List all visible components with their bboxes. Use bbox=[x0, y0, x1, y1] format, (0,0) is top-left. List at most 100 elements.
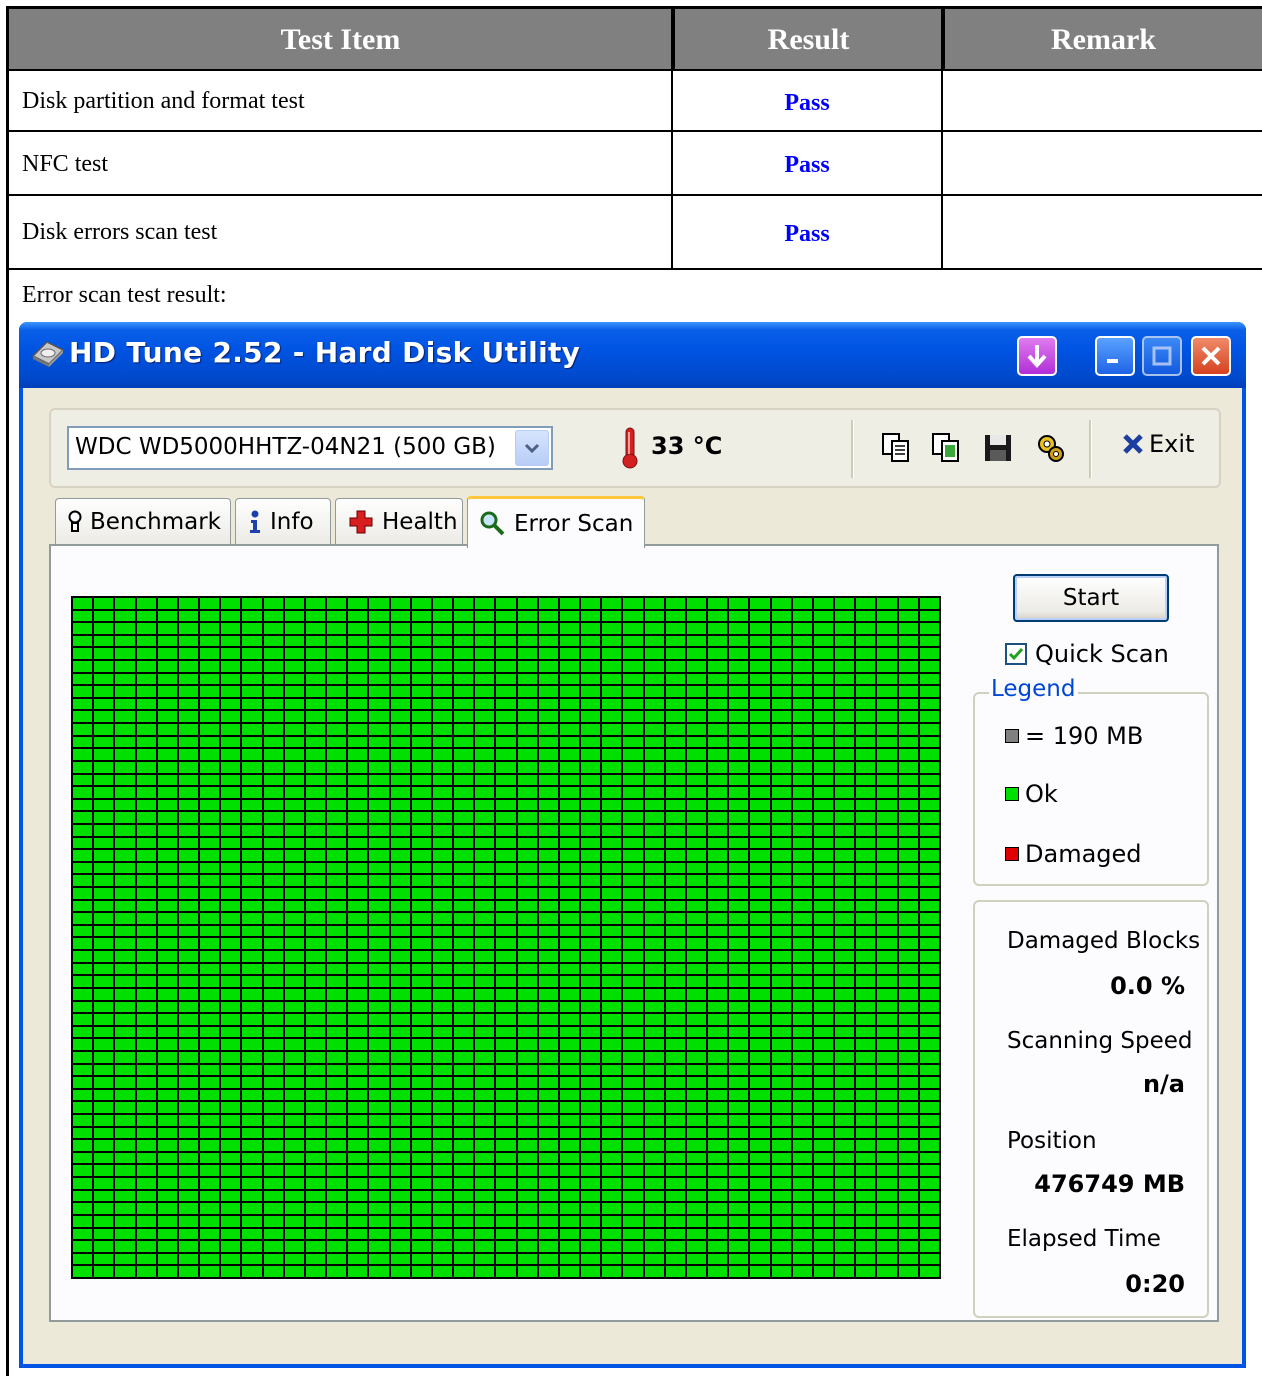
scan-block bbox=[835, 850, 855, 861]
scan-block bbox=[475, 1001, 495, 1013]
scan-block bbox=[686, 1140, 707, 1151]
download-button[interactable] bbox=[1017, 336, 1057, 376]
scan-block bbox=[369, 900, 389, 912]
tab-benchmark[interactable]: Benchmark bbox=[55, 498, 231, 544]
scan-block bbox=[221, 1241, 241, 1252]
scan-block bbox=[348, 1241, 368, 1252]
scan-block bbox=[623, 1253, 643, 1265]
scan-block bbox=[178, 1190, 199, 1202]
scan-block bbox=[559, 1266, 580, 1277]
scan-block bbox=[263, 598, 283, 609]
info-icon bbox=[250, 510, 260, 533]
quick-scan-checkbox[interactable]: Quick Scan bbox=[1005, 640, 1169, 668]
tab-error-scan[interactable]: Error Scan bbox=[467, 496, 645, 548]
scan-block bbox=[454, 1115, 474, 1126]
scan-block bbox=[581, 724, 601, 735]
title-bar[interactable]: HD Tune 2.52 - Hard Disk Utility bbox=[19, 322, 1246, 388]
scan-block bbox=[136, 862, 156, 874]
scan-block bbox=[115, 623, 135, 634]
scan-block bbox=[305, 787, 326, 798]
scan-block bbox=[242, 951, 262, 962]
scan-block bbox=[157, 1026, 177, 1038]
scan-block bbox=[411, 1001, 431, 1013]
scan-block bbox=[919, 799, 939, 811]
scan-block bbox=[115, 824, 135, 836]
close-button[interactable] bbox=[1191, 336, 1231, 376]
scan-block bbox=[263, 837, 283, 849]
scan-block bbox=[242, 812, 262, 823]
scan-block bbox=[919, 1001, 939, 1013]
scan-block bbox=[221, 761, 241, 773]
scan-block bbox=[750, 900, 770, 912]
scan-block bbox=[919, 623, 939, 634]
scan-block bbox=[73, 824, 93, 836]
start-button[interactable]: Start bbox=[1013, 574, 1169, 622]
tab-info[interactable]: Info bbox=[235, 498, 331, 544]
legend-ok: Ok bbox=[1005, 780, 1058, 808]
scan-block bbox=[411, 862, 431, 874]
scan-block bbox=[157, 761, 177, 773]
scan-block bbox=[877, 711, 897, 723]
scan-block bbox=[919, 686, 939, 697]
scan-block bbox=[411, 1051, 431, 1063]
scan-block bbox=[665, 1102, 685, 1114]
scan-block bbox=[708, 875, 728, 887]
scan-block bbox=[538, 610, 558, 622]
scan-block bbox=[517, 610, 537, 622]
scan-block bbox=[284, 774, 304, 786]
scan-block bbox=[263, 648, 283, 660]
tab-health[interactable]: Health bbox=[335, 498, 463, 544]
scan-block bbox=[644, 925, 664, 937]
exit-button[interactable]: Exit bbox=[1121, 430, 1194, 458]
scan-block bbox=[517, 1253, 537, 1265]
scan-block bbox=[284, 1140, 304, 1151]
scan-block bbox=[729, 837, 749, 849]
quick-scan-check-box[interactable] bbox=[1005, 643, 1027, 665]
scan-block bbox=[856, 736, 876, 748]
copy-text-icon[interactable] bbox=[881, 432, 911, 464]
scan-block bbox=[877, 862, 897, 874]
scan-block bbox=[136, 1253, 156, 1265]
minimize-button[interactable] bbox=[1095, 336, 1135, 376]
scan-block bbox=[454, 938, 474, 950]
drive-select[interactable]: WDC WD5000HHTZ-04N21 (500 GB) bbox=[67, 426, 553, 470]
scan-block bbox=[390, 749, 410, 760]
scan-block bbox=[750, 988, 770, 1000]
scan-block bbox=[559, 661, 580, 672]
scan-block bbox=[348, 1203, 368, 1214]
scan-block bbox=[686, 824, 707, 836]
scan-block bbox=[221, 787, 241, 798]
scan-block bbox=[369, 1051, 389, 1063]
scan-block bbox=[792, 711, 812, 723]
options-icon[interactable] bbox=[1035, 432, 1065, 464]
scan-block bbox=[517, 850, 537, 861]
scan-block bbox=[73, 938, 93, 950]
scan-block bbox=[284, 1102, 304, 1114]
scan-block bbox=[856, 1152, 876, 1164]
scan-block bbox=[835, 1190, 855, 1202]
scan-block bbox=[771, 888, 791, 899]
scan-block bbox=[263, 1064, 283, 1076]
scan-block bbox=[835, 951, 855, 962]
scan-block bbox=[623, 1115, 643, 1126]
maximize-button[interactable] bbox=[1142, 336, 1182, 376]
scan-block bbox=[136, 761, 156, 773]
scan-block bbox=[813, 1014, 834, 1025]
scan-block bbox=[327, 1089, 347, 1101]
copy-screenshot-icon[interactable] bbox=[931, 432, 961, 464]
scan-block bbox=[581, 761, 601, 773]
scan-block bbox=[475, 1215, 495, 1227]
scan-block bbox=[221, 686, 241, 697]
drive-select-dropdown-button[interactable] bbox=[515, 430, 549, 466]
scan-block bbox=[729, 925, 749, 937]
scan-block bbox=[517, 1001, 537, 1013]
scan-block bbox=[348, 951, 368, 962]
scan-block bbox=[750, 1152, 770, 1164]
save-icon[interactable] bbox=[983, 432, 1013, 464]
scan-block bbox=[538, 1190, 558, 1202]
scan-block bbox=[877, 824, 897, 836]
scan-block bbox=[644, 812, 664, 823]
scan-block bbox=[771, 1051, 791, 1063]
scan-block bbox=[581, 988, 601, 1000]
scan-block bbox=[327, 900, 347, 912]
